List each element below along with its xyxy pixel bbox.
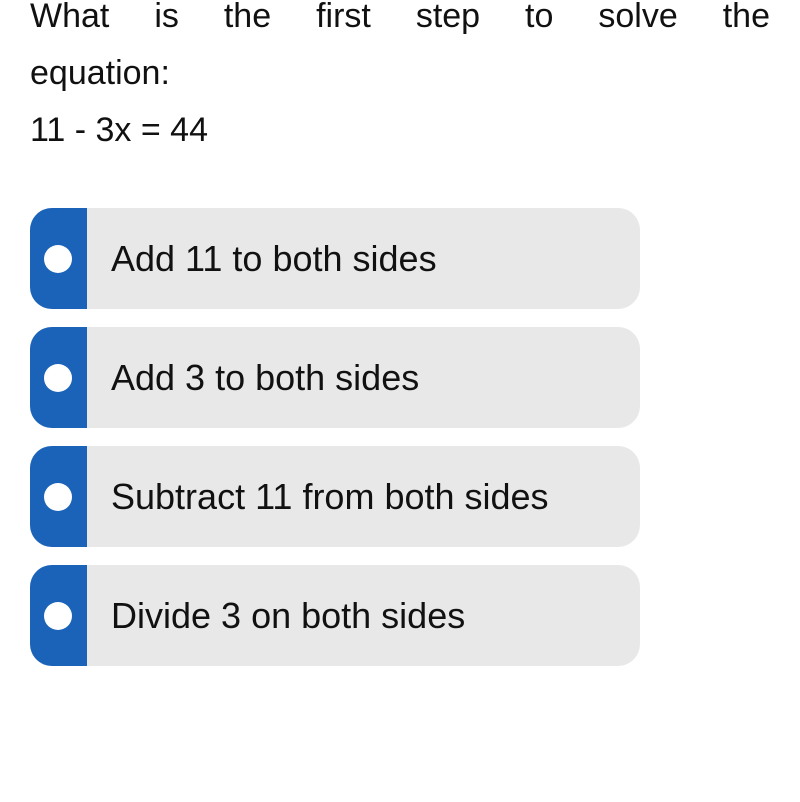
radio-dot-icon[interactable]	[44, 363, 72, 392]
radio-dot-icon[interactable]	[44, 601, 72, 630]
radio-dot-icon[interactable]	[44, 244, 72, 273]
option-add-3[interactable]: Add 3 to both sides	[30, 327, 640, 428]
option-subtract-11[interactable]: Subtract 11 from both sides	[30, 446, 640, 547]
question-line-2: equation:	[30, 54, 170, 92]
option-divide-3[interactable]: Divide 3 on both sides	[30, 565, 640, 666]
answer-options: Add 11 to both sides Add 3 to both sides…	[30, 208, 640, 684]
equation: 11 - 3x = 44	[30, 111, 208, 149]
question-line-1: What is the first step to solve the	[30, 0, 770, 35]
option-label: Subtract 11 from both sides	[111, 475, 549, 517]
option-label: Add 11 to both sides	[111, 237, 437, 279]
option-add-11[interactable]: Add 11 to both sides	[30, 208, 640, 309]
radio-dot-icon[interactable]	[44, 482, 72, 511]
option-label: Add 3 to both sides	[111, 356, 420, 398]
question-text: What is the first step to solve the equa…	[30, 0, 770, 159]
option-label: Divide 3 on both sides	[111, 594, 466, 636]
